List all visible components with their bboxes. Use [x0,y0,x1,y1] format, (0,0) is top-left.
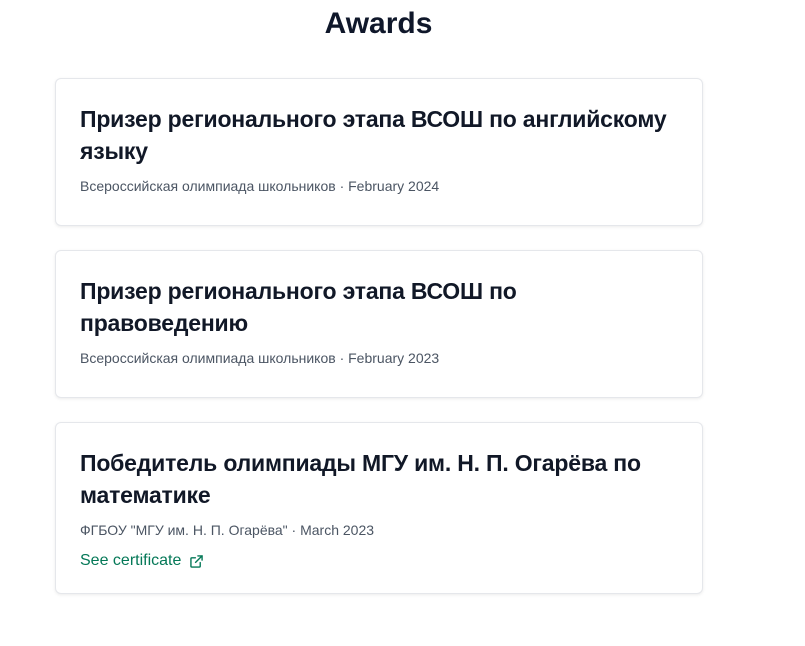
see-certificate-link[interactable]: See certificate [80,551,204,571]
meta-separator: · [339,178,345,194]
award-issuer: Всероссийская олимпиада школьников [80,178,336,194]
meta-separator: · [339,350,345,366]
award-date: February 2024 [348,178,440,194]
award-title: Призер регионального этапа ВСОШ по право… [80,278,517,336]
award-card: Победитель олимпиады МГУ им. Н. П. Огарё… [55,422,703,594]
award-meta: Всероссийская олимпиада школьников · Feb… [80,176,678,196]
award-date: March 2023 [300,522,375,538]
award-meta: ФГБОУ "МГУ им. Н. П. Огарёва" · March 20… [80,520,678,540]
award-card: Призер регионального этапа ВСОШ по право… [55,250,703,398]
award-title: Победитель олимпиады МГУ им. Н. П. Огарё… [80,450,641,508]
external-link-icon [190,554,204,568]
award-date: February 2023 [348,350,440,366]
award-issuer: Всероссийская олимпиада школьников [80,350,336,366]
see-certificate-label: See certificate [80,552,182,569]
page-title: Awards [324,7,433,40]
award-meta: Всероссийская олимпиада школьников · Feb… [80,348,678,368]
award-card: Призер регионального этапа ВСОШ по англи… [55,78,703,226]
meta-separator: · [291,522,297,538]
awards-list: Призер регионального этапа ВСОШ по англи… [55,78,703,618]
award-title: Призер регионального этапа ВСОШ по англи… [80,106,667,164]
award-issuer: ФГБОУ "МГУ им. Н. П. Огарёва" [80,522,288,538]
